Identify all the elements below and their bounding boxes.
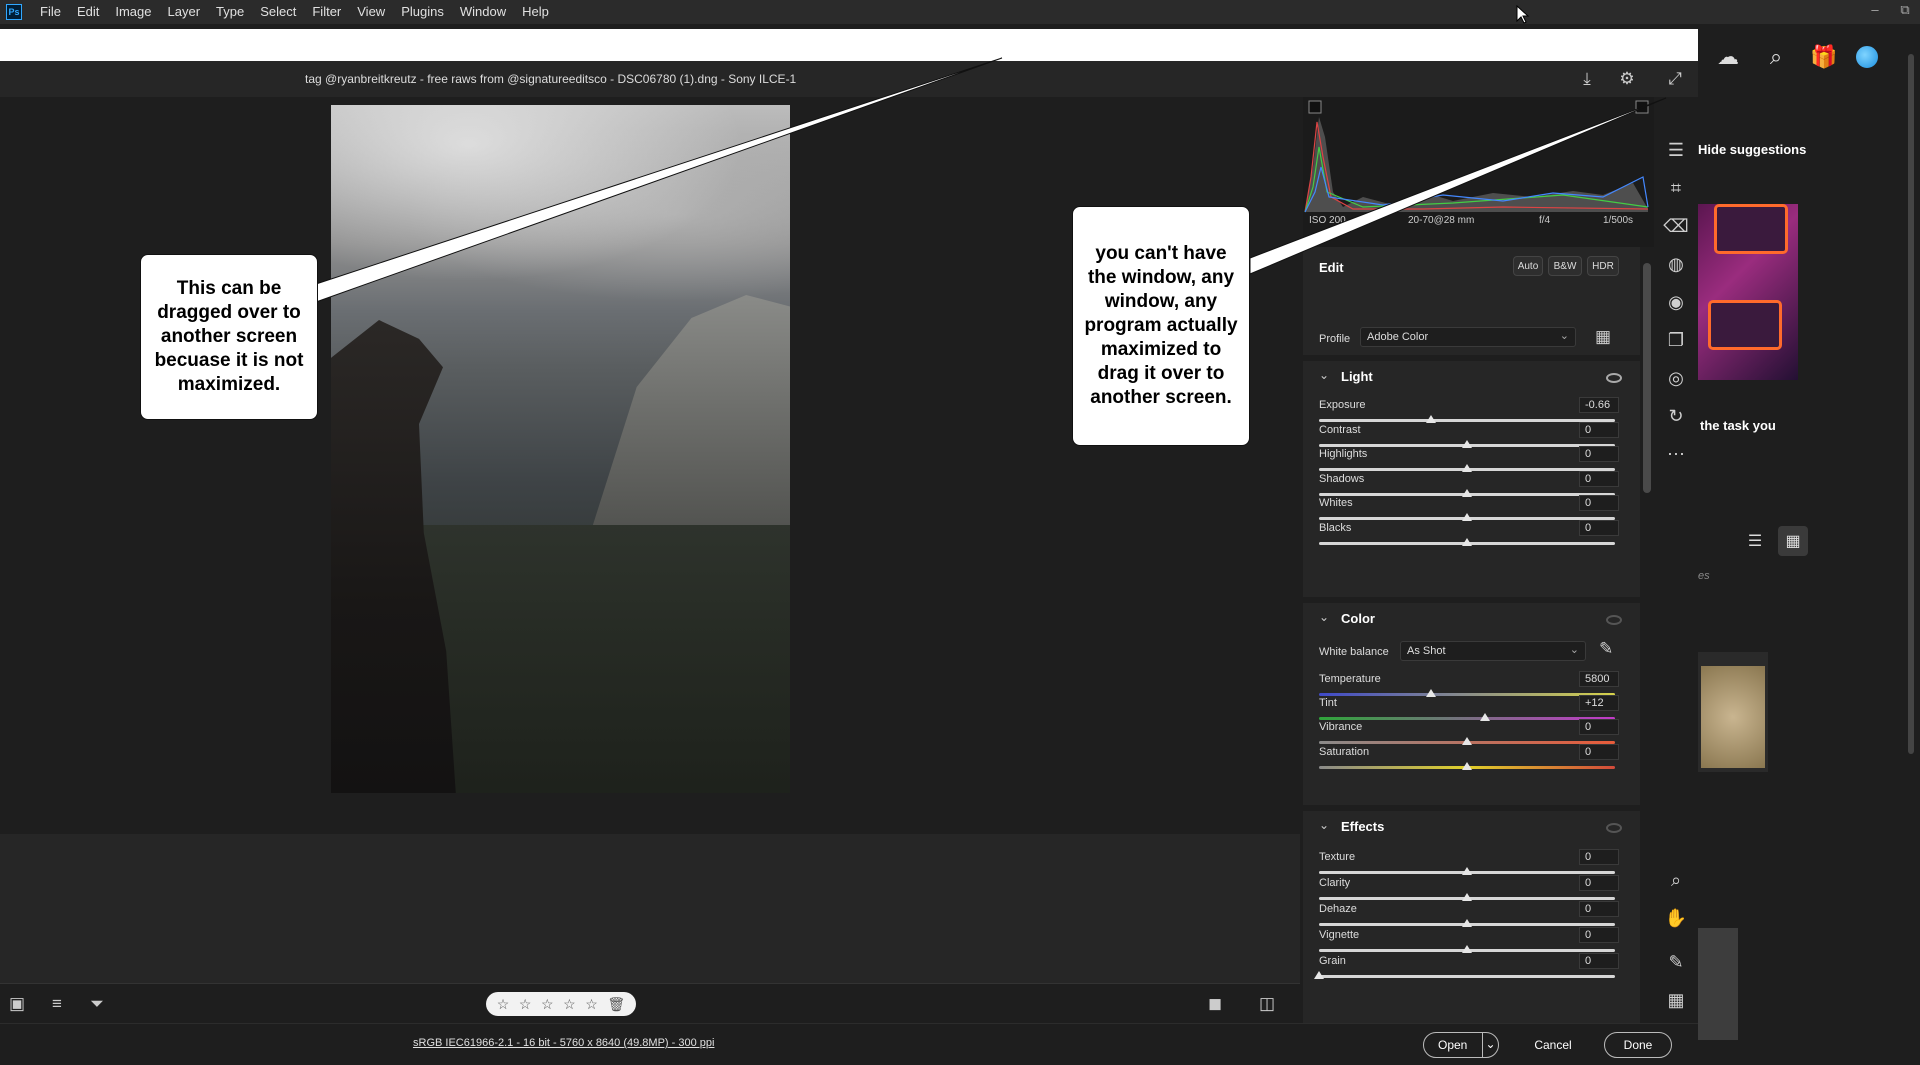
right-callout-pointer — [1249, 97, 1667, 275]
mouse-cursor — [1516, 5, 1530, 24]
right-callout: you can't have the window, any window, a… — [1072, 206, 1250, 446]
left-callout-pointer — [315, 57, 1003, 303]
callout-pointers — [315, 57, 1667, 303]
open-label: Open — [1438, 1038, 1468, 1052]
left-callout: This can be dragged over to another scre… — [140, 254, 318, 420]
